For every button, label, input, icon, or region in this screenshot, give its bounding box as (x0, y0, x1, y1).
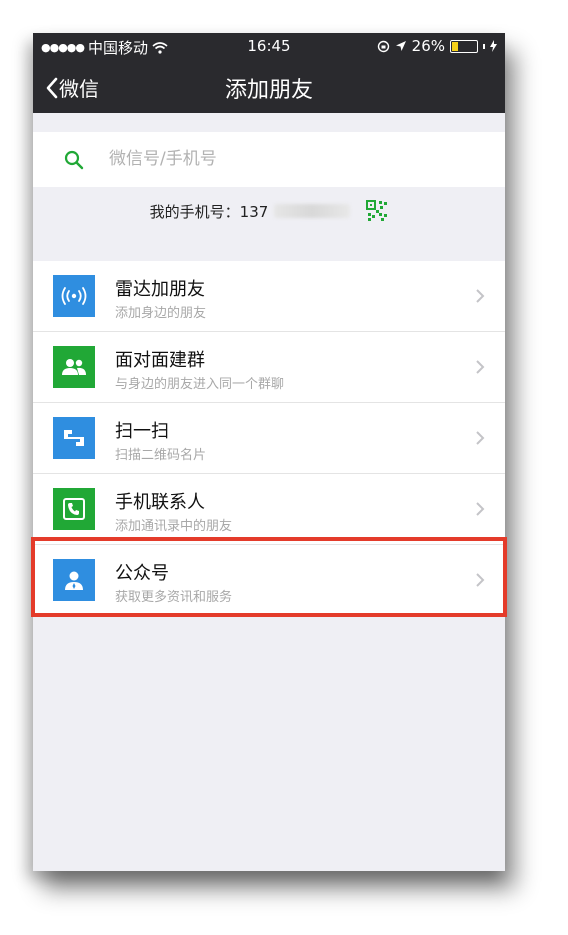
item-subtitle: 添加身边的朋友 (115, 306, 207, 321)
page-title: 添加朋友 (224, 78, 313, 103)
search-input[interactable] (107, 148, 471, 170)
highlight-box (31, 537, 507, 617)
list-item-phone-contacts[interactable]: 手机联系人 添加通讯录中的朋友 (33, 474, 505, 545)
radar-icon (53, 275, 95, 317)
redacted-number (274, 204, 351, 218)
list-item-scan[interactable]: 扫一扫 扫描二维码名片 (33, 403, 505, 474)
item-title: 手机联系人 (115, 492, 205, 513)
chevron-right-icon (476, 502, 485, 516)
item-subtitle: 扫描二维码名片 (115, 448, 207, 463)
item-subtitle: 添加通讯录中的朋友 (115, 519, 233, 534)
charging-bolt-icon (490, 40, 497, 52)
search-icon (64, 150, 84, 170)
item-title: 雷达加朋友 (115, 279, 205, 300)
battery-percent: 26% (411, 37, 445, 55)
navigation-bar: 微信 添加朋友 (33, 59, 505, 113)
search-bar[interactable] (33, 132, 505, 187)
chevron-right-icon (476, 289, 485, 303)
qr-code-icon[interactable] (366, 200, 388, 222)
chevron-right-icon (476, 431, 485, 445)
phone-screen: ●●●●● 中国移动 16:45 26% 微信 添加朋友 微信号/手机号 我的手… (33, 33, 505, 871)
location-icon (395, 41, 406, 51)
list-item-face-to-face-group[interactable]: 面对面建群 与身边的朋友进入同一个群聊 (33, 332, 505, 403)
rotation-lock-icon (377, 40, 389, 52)
list-item-radar[interactable]: 雷达加朋友 添加身边的朋友 (33, 261, 505, 332)
group-icon (53, 346, 95, 388)
battery-icon (450, 39, 478, 53)
item-subtitle: 与身边的朋友进入同一个群聊 (115, 377, 285, 392)
my-phone-label: 我的手机号：137 (149, 202, 269, 221)
my-phone-row: 我的手机号：137 (33, 187, 505, 235)
scan-icon (53, 417, 95, 459)
chevron-right-icon (476, 360, 485, 374)
item-title: 扫一扫 (115, 421, 169, 442)
battery-level (452, 41, 458, 51)
phone-contact-icon (53, 488, 95, 530)
item-title: 面对面建群 (115, 350, 205, 371)
status-bar: ●●●●● 中国移动 16:45 26% (33, 33, 505, 59)
